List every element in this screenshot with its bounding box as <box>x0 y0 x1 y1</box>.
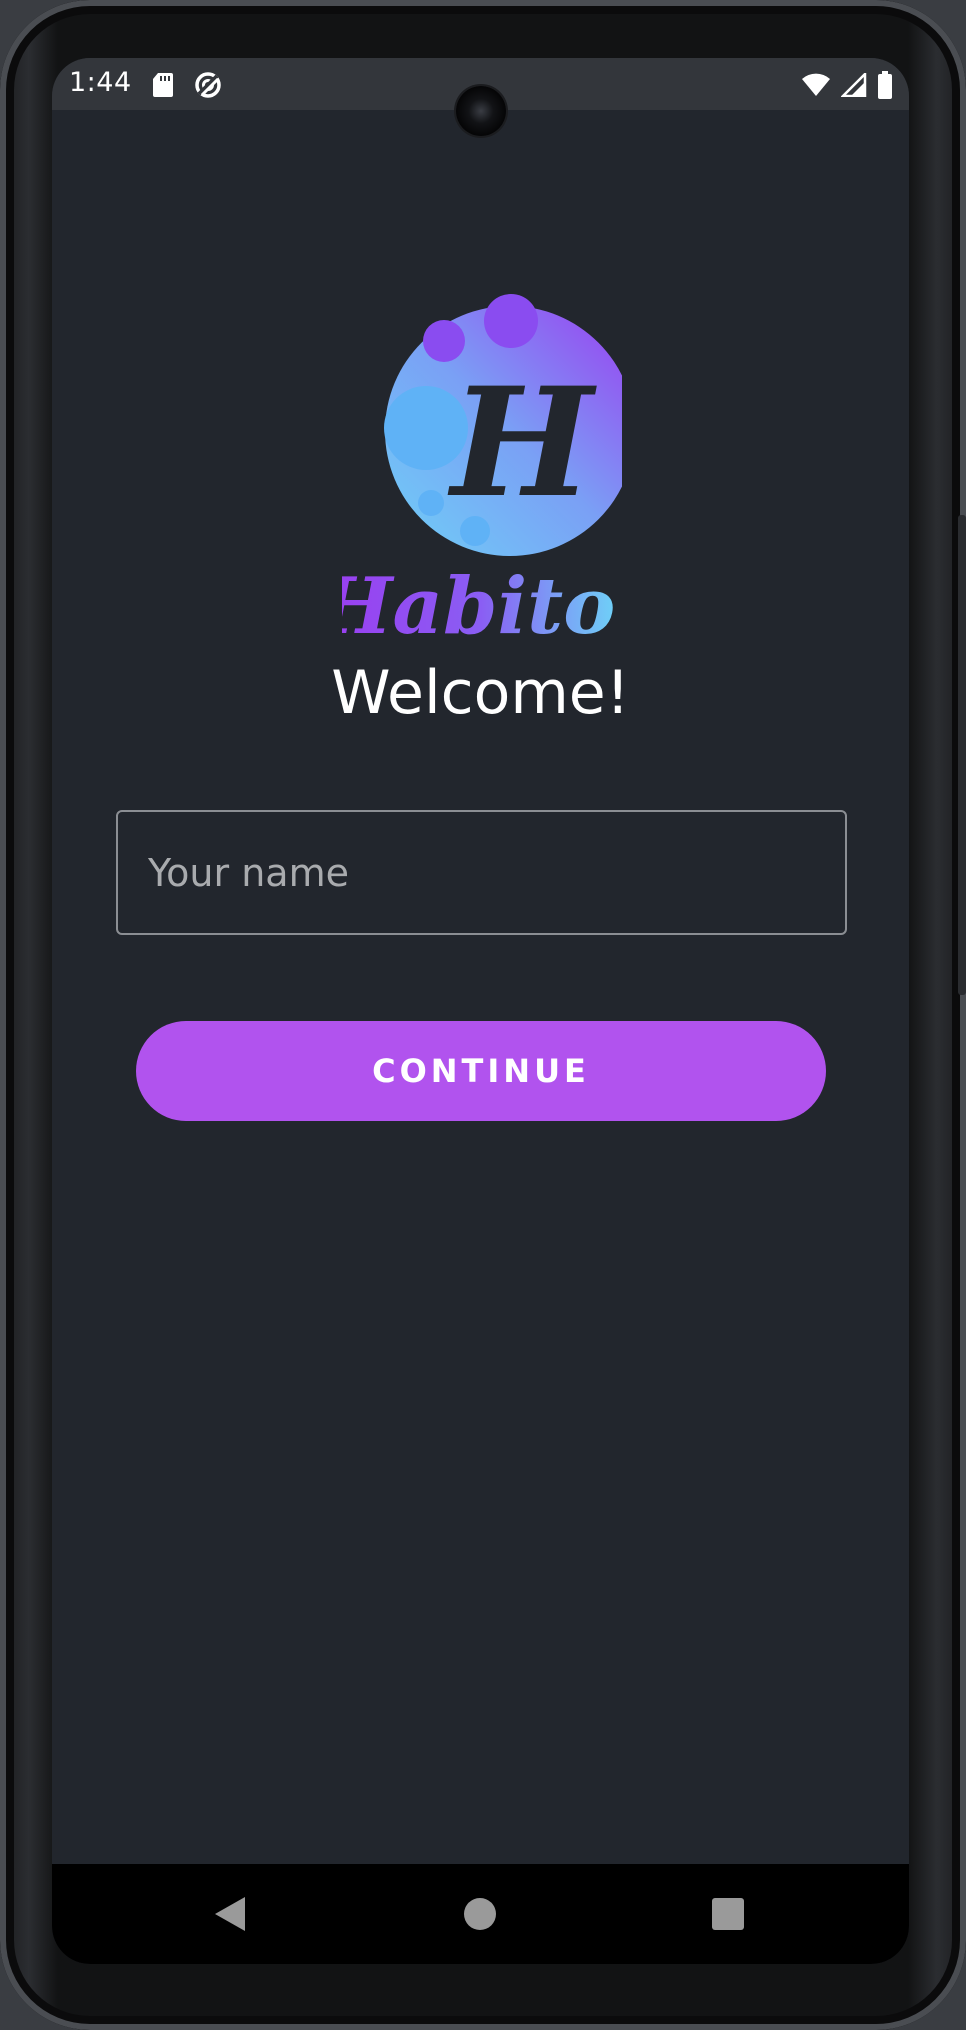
status-left-icons <box>152 71 222 103</box>
cellular-signal-icon <box>839 70 867 101</box>
welcome-title: Welcome! <box>331 658 630 728</box>
phone-frame: 1:44 H Habito Welcome! Your name CONTINU… <box>0 0 966 2030</box>
volume-button <box>958 515 966 755</box>
recents-icon <box>712 1898 744 1930</box>
logo-letter: H <box>447 355 597 531</box>
status-right-icons <box>801 70 893 103</box>
home-icon <box>464 1898 496 1930</box>
data-saver-icon <box>194 71 222 103</box>
power-button <box>958 745 966 995</box>
name-field[interactable] <box>116 810 847 935</box>
back-button[interactable] <box>202 1886 258 1942</box>
recents-button[interactable] <box>700 1886 756 1942</box>
wifi-icon <box>801 73 831 101</box>
front-camera <box>456 86 506 136</box>
logo-wordmark: Habito <box>342 561 615 652</box>
sd-card-icon <box>152 72 174 102</box>
name-input[interactable] <box>118 812 845 933</box>
back-icon <box>215 1897 245 1931</box>
navigation-bar <box>52 1864 909 1964</box>
battery-icon <box>877 71 893 103</box>
home-button[interactable] <box>452 1886 508 1942</box>
continue-button[interactable]: CONTINUE <box>136 1021 826 1121</box>
habito-logo: H Habito <box>317 233 635 653</box>
app-screen: 1:44 H Habito Welcome! Your name CONTINU… <box>52 58 909 1964</box>
status-time: 1:44 <box>69 67 132 98</box>
